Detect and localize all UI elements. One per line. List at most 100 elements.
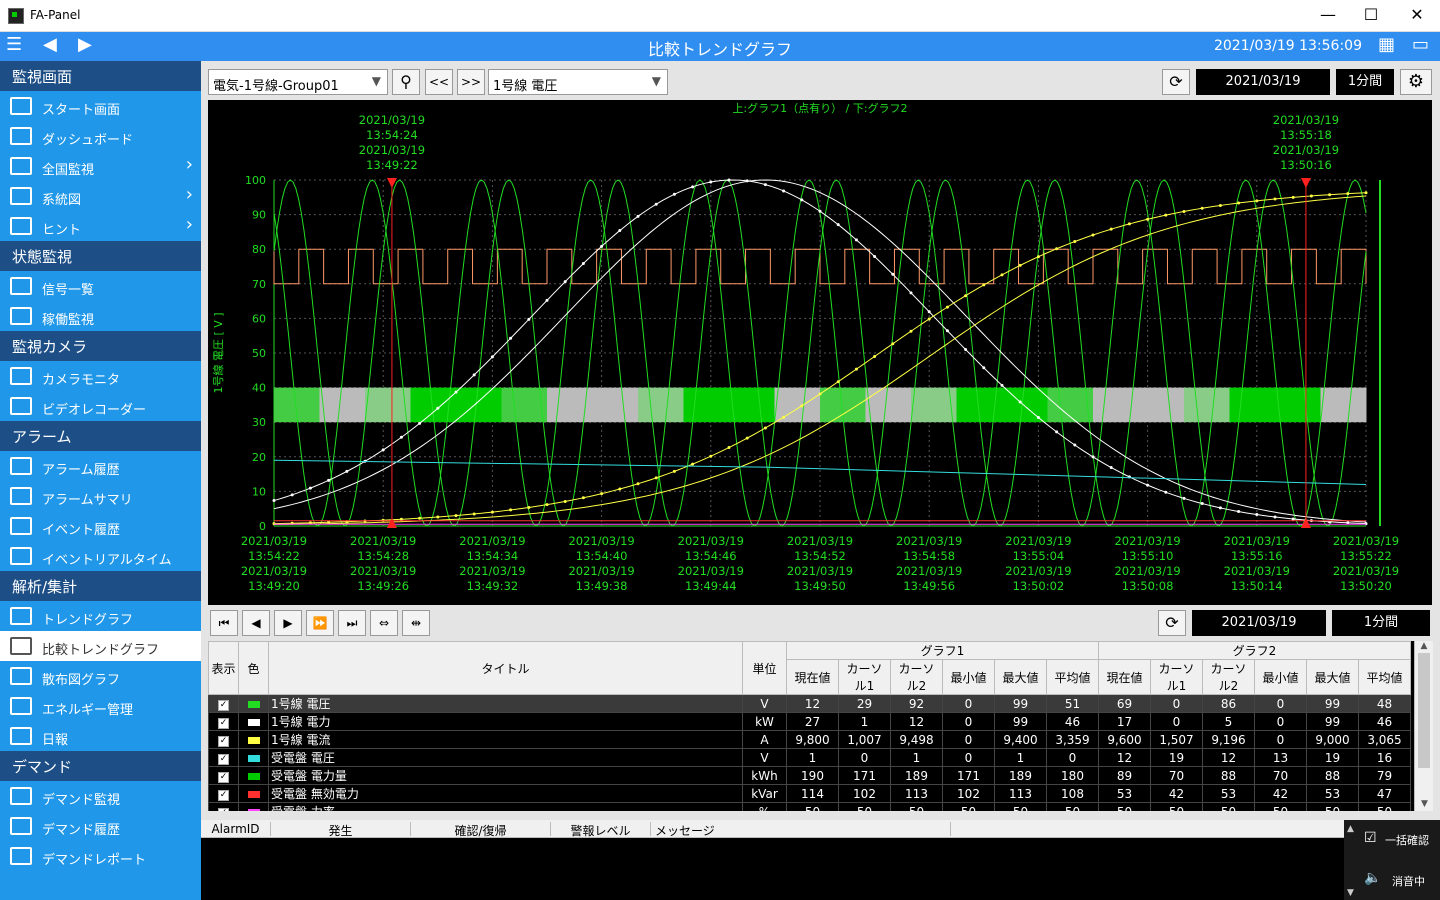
sidebar-item[interactable]: イベントリアルタイム <box>0 541 201 571</box>
sidebar-item-label: 比較トレンドグラフ <box>42 643 160 658</box>
settings-button[interactable]: ⚙ <box>1400 69 1432 95</box>
prev-page-button[interactable]: << <box>425 69 453 95</box>
minimize-button[interactable]: — <box>1305 0 1351 32</box>
chevron-down-icon: ▼ <box>371 74 381 88</box>
fit-range-button[interactable]: ⇹ <box>402 610 430 636</box>
sidebar-item[interactable]: エネルギー管理 <box>0 691 201 721</box>
x-tick-label: 2021/03/19 <box>678 534 744 548</box>
value-cell: 5 <box>1202 712 1255 731</box>
show-checkbox[interactable]: ✓ <box>208 784 239 803</box>
sidebar-item[interactable]: デマンド履歴 <box>0 811 201 841</box>
sidebar-item[interactable]: ダッシュボード <box>0 121 201 151</box>
value-cell: 0 <box>942 712 995 731</box>
forward-fast-button[interactable]: ⏩ <box>306 610 334 636</box>
jump-end-button[interactable]: ⏭ <box>338 610 366 636</box>
checkbox-icon: ☑ <box>1364 830 1377 846</box>
search-button[interactable]: ⚲ <box>392 69 420 95</box>
signal-select[interactable]: 1号線 電圧 ▼ <box>488 69 668 95</box>
refresh-button-2[interactable]: ⟳ <box>1158 610 1186 636</box>
scroll-up-icon[interactable]: ▲ <box>1415 641 1433 651</box>
ack-all-button[interactable]: 一括確認 <box>1385 832 1429 848</box>
table-scrollbar[interactable]: ▲ ▼ <box>1414 641 1433 811</box>
sidebar-item-label: デマンドレポート <box>42 853 147 868</box>
sidebar-item-label: 系統図 <box>42 193 82 208</box>
sidebar-item[interactable]: 散布図グラフ <box>0 661 201 691</box>
sidebar-item[interactable]: イベント履歴 <box>0 511 201 541</box>
sidebar-item[interactable]: 信号一覧 <box>0 271 201 301</box>
sidebar-item[interactable]: 全国監視 › <box>0 151 201 181</box>
show-checkbox[interactable]: ✓ <box>208 748 239 767</box>
value-cell: 50 <box>838 802 891 811</box>
value-cell: 50 <box>1306 802 1359 811</box>
step-forward-button[interactable]: ▶ <box>274 610 302 636</box>
scroll-thumb[interactable] <box>1418 653 1430 768</box>
value-cell: 50 <box>1150 802 1203 811</box>
grid-view-icon[interactable]: ▦ <box>1378 34 1395 55</box>
sidebar-item[interactable]: ヒント › <box>0 211 201 241</box>
series-current-point <box>1146 217 1150 221</box>
x-tick-label: 13:55:16 <box>1231 549 1283 563</box>
table-row[interactable]: ✓ 1号線 電力 kW 27 1 12 0 99 46 17 0 5 0 99 46 <box>208 712 1411 731</box>
series-current-point <box>636 482 640 486</box>
expand-range-button[interactable]: ⇔ <box>370 610 398 636</box>
sidebar-item[interactable]: 稼働監視 <box>0 301 201 331</box>
nav-item-icon <box>10 157 32 175</box>
show-checkbox[interactable]: ✓ <box>208 766 239 785</box>
sidebar-item[interactable]: 系統図 › <box>0 181 201 211</box>
sidebar-item[interactable]: アラームサマリ <box>0 481 201 511</box>
next-page-button[interactable]: >> <box>457 69 485 95</box>
table-row[interactable]: ✓ 受電盤 電圧 V 1 0 1 0 1 0 12 19 12 13 19 16 <box>208 748 1411 767</box>
y-tick-label: 30 <box>252 416 266 429</box>
x-tick-label: 13:55:10 <box>1122 549 1174 563</box>
series-current-point <box>454 514 458 518</box>
sidebar-item[interactable]: デマンドレポート <box>0 841 201 871</box>
step-back-button[interactable]: ◀ <box>242 610 270 636</box>
series-current-point <box>1091 233 1095 237</box>
table-row[interactable]: ✓受電盤 力率%505050505050505050505050 <box>208 802 1411 811</box>
value-cell: 190 <box>786 766 839 785</box>
span-select[interactable]: 1分間 <box>1336 69 1394 95</box>
refresh-button[interactable]: ⟳ <box>1162 69 1190 95</box>
maximize-button[interactable]: ☐ <box>1348 0 1394 32</box>
sidebar-item[interactable]: ビデオレコーダー <box>0 391 201 421</box>
series-current-point <box>800 404 804 408</box>
alarm-list[interactable] <box>201 838 1344 900</box>
scroll-down-icon[interactable]: ▼ <box>1415 799 1434 809</box>
series-power-point <box>1164 490 1168 494</box>
close-button[interactable]: ✕ <box>1394 0 1440 32</box>
group-select[interactable]: 電気-1号線-Group01 ▼ <box>208 69 388 95</box>
sidebar-item[interactable]: カメラモニタ <box>0 361 201 391</box>
value-cell: 0 <box>1254 730 1307 749</box>
show-checkbox[interactable]: ✓ <box>208 712 239 731</box>
sidebar-item[interactable]: 比較トレンドグラフ <box>0 631 201 661</box>
table-row[interactable]: ✓ 1号線 電流 A 9,800 1,007 9,498 0 9,400 3,359 9,600 1… <box>208 730 1411 749</box>
value-cell: 50 <box>1098 802 1151 811</box>
sidebar-item-label: ヒント <box>42 223 82 238</box>
sidebar-item[interactable]: 日報 <box>0 721 201 751</box>
show-checkbox[interactable]: ✓ <box>208 802 239 811</box>
value-cell: 46 <box>1046 712 1099 731</box>
start-datetime[interactable]: 2021/03/19 13:54:22 <box>1196 69 1330 115</box>
mute-button[interactable]: 消音中 <box>1392 873 1425 889</box>
message-icon[interactable]: ▭ <box>1412 34 1429 55</box>
playback-span[interactable]: 1分間 <box>1332 610 1430 636</box>
x-tick-label: 2021/03/19 <box>787 534 853 548</box>
show-checkbox[interactable]: ✓ <box>208 730 239 749</box>
rewind-fast-button[interactable]: ⏮ <box>210 610 238 636</box>
sidebar-item[interactable]: トレンドグラフ <box>0 601 201 631</box>
trend-chart[interactable]: 上:グラフ1（点有り） / 下:グラフ2 1号線 電圧 [ V ] 0 10 20 30 4… <box>208 100 1432 605</box>
table-row[interactable]: ✓ 受電盤 電力量 kWh 190 171 189 171 189 180 89 70 88 70 88 7… <box>208 766 1411 785</box>
sidebar-item[interactable]: アラーム履歴 <box>0 451 201 481</box>
playback-datetime[interactable]: 2021/03/19 13:49:20 <box>1192 610 1326 656</box>
series-power-point <box>509 336 513 340</box>
value-cell: 50 <box>1046 802 1099 811</box>
sidebar-item[interactable]: デマンド監視 <box>0 781 201 811</box>
table-row[interactable]: ✓ 受電盤 無効電力 kVar 114 102 113 102 113 108 53 42 53 42 5… <box>208 784 1411 803</box>
cursor-marker-top <box>1300 178 1311 188</box>
x-tick-label: 2021/03/19 <box>350 534 416 548</box>
show-checkbox[interactable]: ✓ <box>208 694 239 713</box>
alarm-scroll-up-icon[interactable]: ▲ <box>1347 824 1354 834</box>
table-row[interactable]: ✓ 1号線 電圧 V 12 29 92 0 99 51 69 0 86 0 99 48 <box>208 694 1411 713</box>
sidebar-item[interactable]: スタート画面 <box>0 91 201 121</box>
alarm-scroll-down-icon[interactable]: ▼ <box>1347 888 1354 898</box>
